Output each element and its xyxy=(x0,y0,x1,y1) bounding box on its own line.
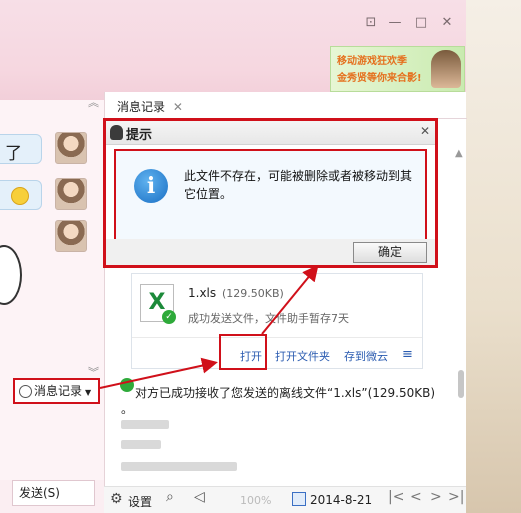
annotation-arrows xyxy=(99,264,319,389)
arrow-to-open-link xyxy=(99,357,218,389)
arrow-to-dialog xyxy=(261,264,319,335)
